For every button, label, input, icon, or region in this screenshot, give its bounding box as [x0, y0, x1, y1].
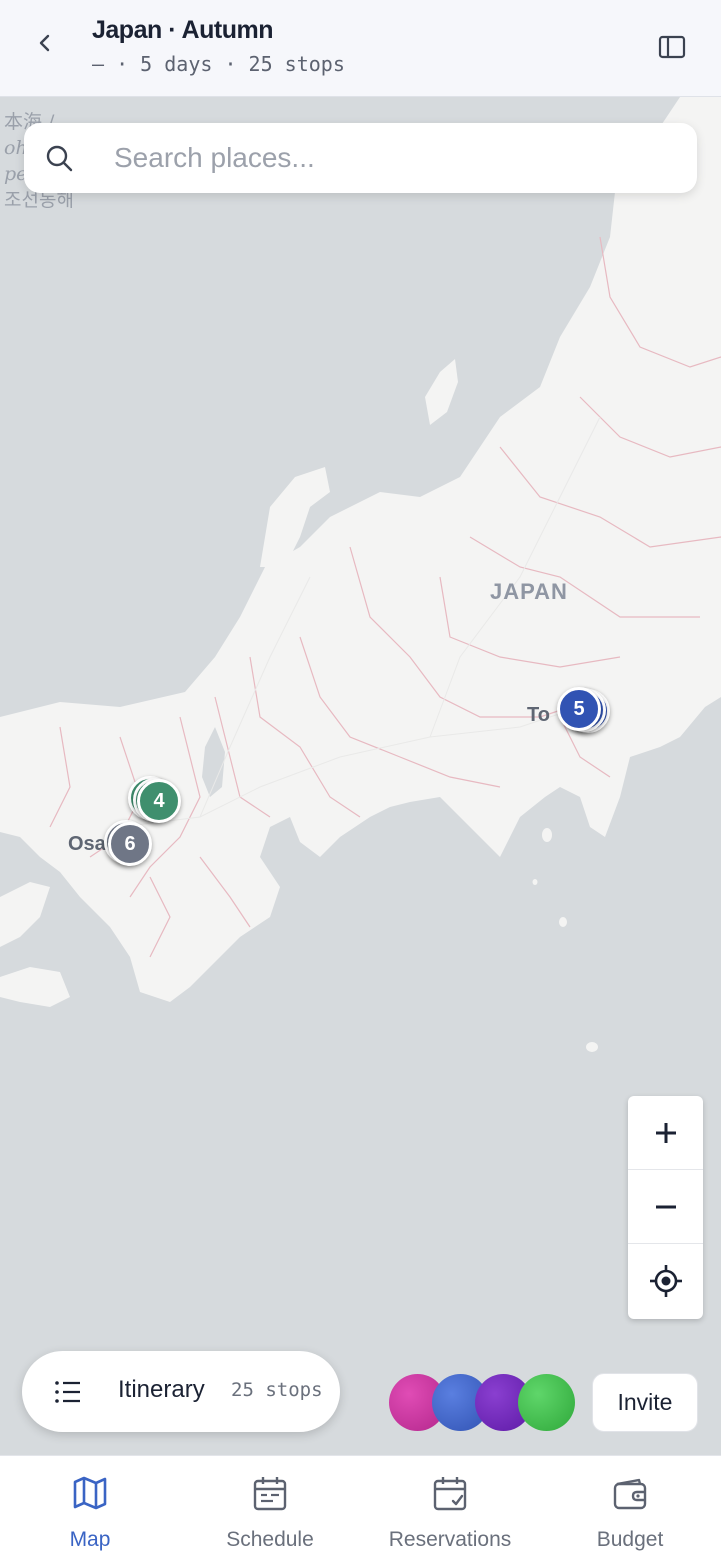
map-canvas[interactable]: 本海 / oh pe 조선동해 JAPAN Osa To 4 6 5: [0, 97, 721, 1455]
trip-title: Japan · Autumn: [92, 16, 273, 44]
search-bar[interactable]: [24, 123, 697, 193]
search-input[interactable]: [114, 123, 674, 193]
nav-label: Schedule: [226, 1528, 314, 1551]
minus-icon: [655, 1205, 676, 1208]
trip-subtitle: — · 5 days · 25 stops: [92, 52, 345, 76]
itinerary-label: Itinerary: [118, 1376, 205, 1403]
itinerary-button[interactable]: Itinerary 25 stops: [22, 1351, 340, 1432]
wallet-icon: [613, 1478, 647, 1510]
nav-label: Map: [69, 1528, 111, 1551]
nav-map[interactable]: Map: [40, 1456, 140, 1560]
search-icon: [46, 145, 73, 172]
itinerary-stop-count: 25 stops: [231, 1379, 323, 1401]
nav-schedule[interactable]: Schedule: [210, 1456, 330, 1560]
map-icon: [73, 1476, 107, 1510]
zoom-in-button[interactable]: [628, 1096, 703, 1170]
avatar[interactable]: [518, 1374, 575, 1431]
crosshair-icon: [649, 1265, 682, 1297]
nav-reservations[interactable]: Reservations: [380, 1456, 520, 1560]
panel-toggle-button[interactable]: [657, 32, 687, 62]
city-label-osaka: Osa: [68, 833, 106, 855]
map-marker-5[interactable]: 5: [557, 687, 601, 731]
city-label-tokyo: To: [527, 704, 550, 726]
sidebar-panel-icon: [658, 35, 686, 59]
country-label: JAPAN: [490, 579, 568, 604]
zoom-out-button[interactable]: [628, 1170, 703, 1244]
nav-label: Reservations: [388, 1528, 512, 1551]
map-marker-6[interactable]: 6: [108, 822, 152, 866]
map-terrain: [0, 97, 721, 1455]
plus-icon: [655, 1122, 676, 1143]
back-button[interactable]: [26, 24, 64, 62]
bottom-nav: Map Schedule Reservations Budget: [0, 1455, 721, 1560]
list-icon: [55, 1381, 80, 1403]
nav-label: Budget: [596, 1528, 664, 1551]
locate-me-button[interactable]: [628, 1244, 703, 1318]
map-zoom-controls: [628, 1096, 703, 1319]
app-header: Japan · Autumn — · 5 days · 25 stops: [0, 0, 721, 97]
collaborator-avatars[interactable]: [389, 1374, 579, 1431]
map-marker-4[interactable]: 4: [137, 779, 181, 823]
invite-button[interactable]: Invite: [592, 1373, 698, 1432]
calendar-icon: [253, 1477, 287, 1511]
chevron-left-icon: [39, 34, 50, 52]
calendar-check-icon: [433, 1477, 467, 1511]
nav-budget[interactable]: Budget: [580, 1456, 680, 1560]
